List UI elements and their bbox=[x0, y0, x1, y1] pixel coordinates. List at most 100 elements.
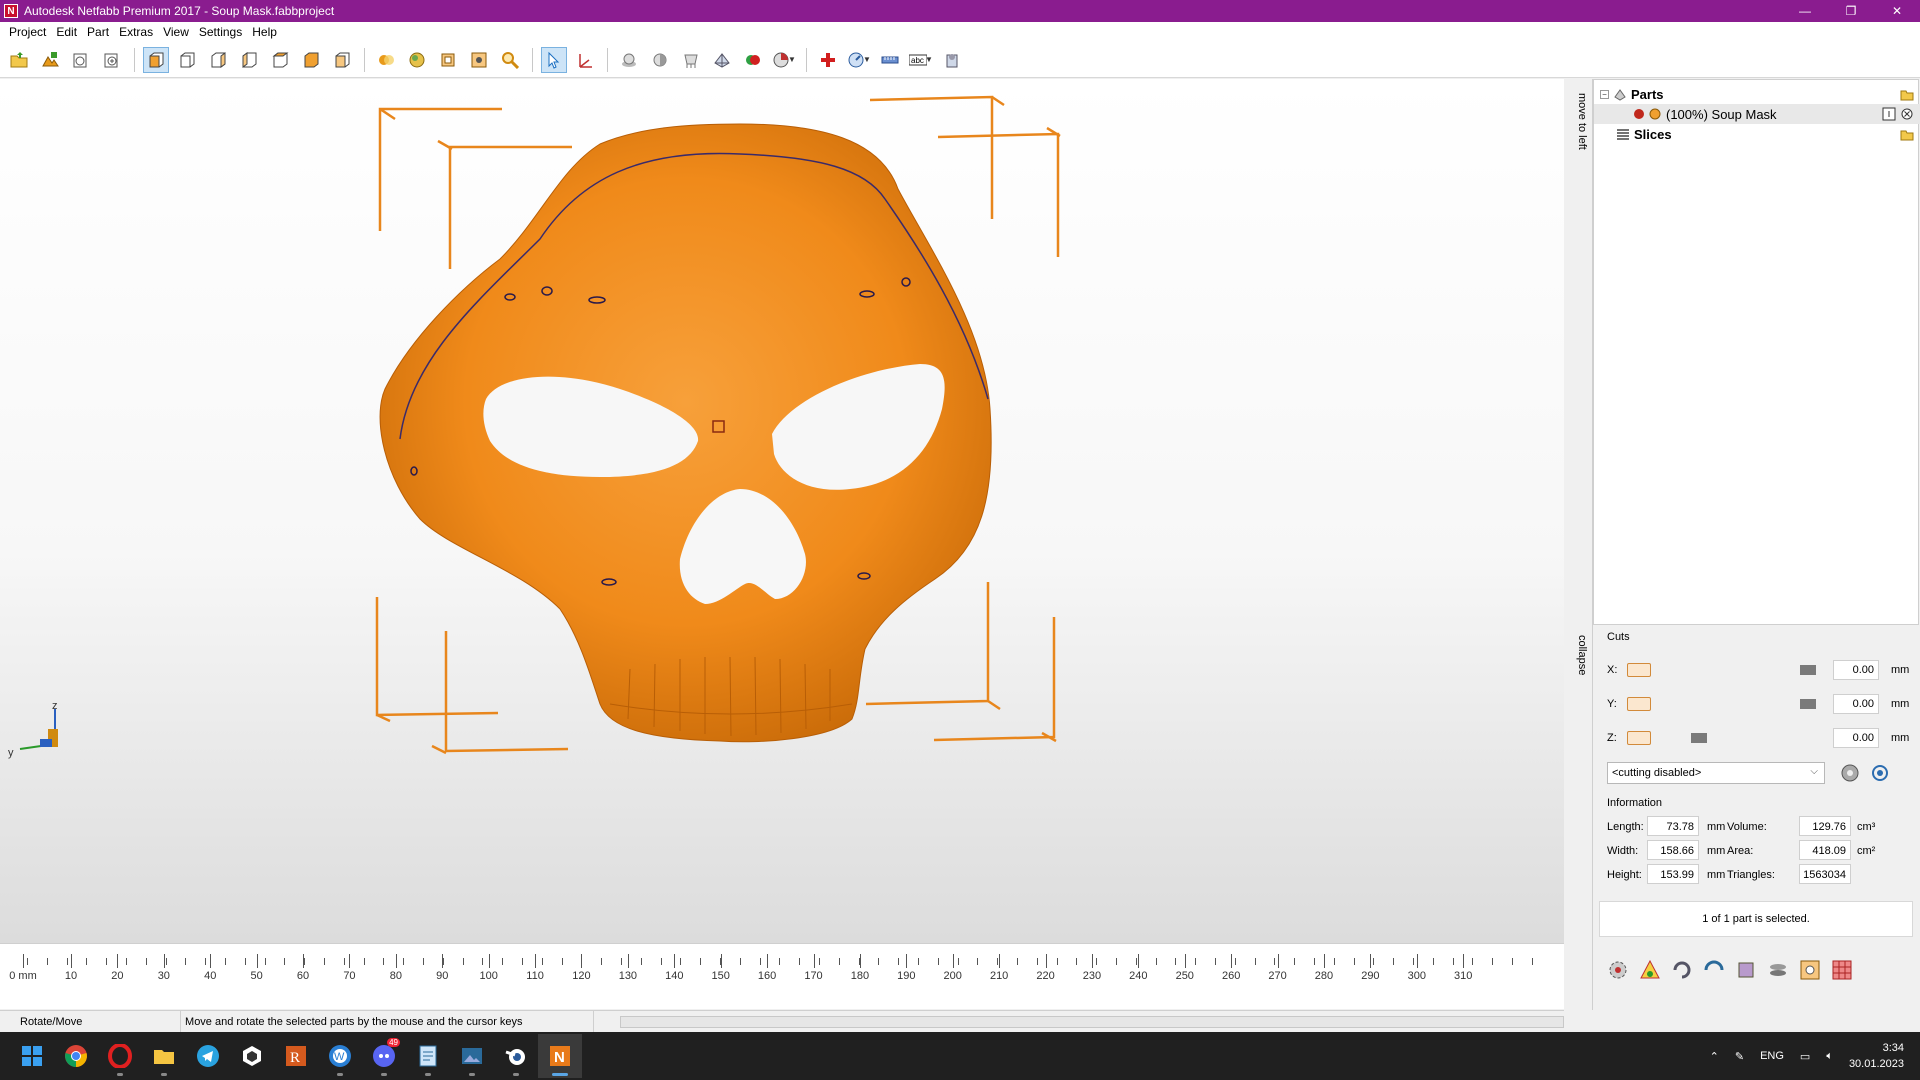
clock[interactable]: 3:34 30.01.2023 bbox=[1849, 1040, 1904, 1072]
taskbar-netfabb[interactable]: N bbox=[538, 1034, 582, 1078]
measure-button[interactable]: ▼ bbox=[846, 47, 872, 73]
box-button[interactable] bbox=[1733, 957, 1759, 983]
tree-item-soup-mask[interactable]: (100%) Soup Mask bbox=[1594, 104, 1920, 124]
view-right-button[interactable] bbox=[236, 47, 262, 73]
part-button[interactable] bbox=[616, 47, 642, 73]
volume-icon[interactable]: 🔈︎ bbox=[1826, 1050, 1833, 1063]
ruler-button[interactable] bbox=[877, 47, 903, 73]
chevron-up-icon[interactable]: ⌃ bbox=[1710, 1050, 1719, 1063]
taskbar-telegram[interactable] bbox=[186, 1034, 230, 1078]
cut-y-slider[interactable] bbox=[1800, 699, 1817, 709]
ruler-minor-tick bbox=[502, 958, 504, 965]
export-button[interactable] bbox=[939, 47, 965, 73]
shading-button[interactable] bbox=[373, 47, 399, 73]
cut-z-slider[interactable] bbox=[1691, 733, 1707, 743]
language-indicator[interactable]: ENG bbox=[1760, 1050, 1784, 1062]
view-iso-button[interactable] bbox=[329, 47, 355, 73]
view-front-button[interactable] bbox=[143, 46, 169, 73]
refresh-icon[interactable] bbox=[1869, 762, 1891, 784]
menu-settings[interactable]: Settings bbox=[194, 25, 247, 39]
settings-gear-button[interactable] bbox=[1605, 957, 1631, 983]
triangles-value: 1563034 bbox=[1799, 864, 1851, 884]
viewport-canvas[interactable]: z y bbox=[0, 79, 1564, 943]
open-project-button[interactable] bbox=[6, 47, 32, 73]
taskbar-image-viewer[interactable] bbox=[450, 1034, 494, 1078]
taskbar-opera[interactable] bbox=[98, 1034, 142, 1078]
zoom-button[interactable] bbox=[497, 47, 523, 73]
rotate-button[interactable] bbox=[1669, 957, 1695, 983]
analysis-button[interactable]: ▼ bbox=[771, 47, 797, 73]
ruler-minor-tick bbox=[838, 958, 840, 965]
pen-icon[interactable]: ✎ bbox=[1735, 1050, 1744, 1063]
ruler-minor-tick bbox=[1056, 958, 1058, 965]
taskbar-notepad[interactable] bbox=[406, 1034, 450, 1078]
cut-z-input[interactable]: 0.00 bbox=[1833, 728, 1879, 748]
grid-button[interactable] bbox=[1829, 957, 1855, 983]
view-top-icon bbox=[272, 52, 289, 67]
collapse-tab[interactable]: collapse bbox=[1570, 630, 1588, 680]
menu-part[interactable]: Part bbox=[82, 25, 114, 39]
load-button[interactable] bbox=[99, 47, 125, 73]
triangles-label: Triangles: bbox=[1727, 869, 1775, 881]
cut-y-input[interactable]: 0.00 bbox=[1833, 694, 1879, 714]
move-to-left-tab[interactable]: move to left bbox=[1570, 86, 1588, 156]
mesh-button[interactable] bbox=[709, 47, 735, 73]
cutting-mode-select[interactable]: <cutting disabled> ⌵ bbox=[1607, 762, 1825, 784]
menu-view[interactable]: View bbox=[158, 25, 194, 39]
select-button[interactable] bbox=[541, 46, 567, 73]
menu-project[interactable]: Project bbox=[4, 25, 51, 39]
tree-item-slices[interactable]: Slices bbox=[1594, 124, 1920, 144]
taskbar-blender[interactable] bbox=[494, 1034, 538, 1078]
restore-button[interactable]: ❐ bbox=[1828, 0, 1874, 22]
ruler-minor-tick bbox=[799, 958, 801, 965]
menu-help[interactable]: Help bbox=[247, 25, 282, 39]
network-icon[interactable]: ▭ bbox=[1800, 1050, 1810, 1063]
minimize-button[interactable]: — bbox=[1782, 0, 1828, 22]
cut-x-toggle[interactable] bbox=[1627, 663, 1651, 677]
cut-x-input[interactable]: 0.00 bbox=[1833, 660, 1879, 680]
view-top-button[interactable] bbox=[267, 47, 293, 73]
move-button[interactable] bbox=[572, 47, 598, 73]
slice-button[interactable] bbox=[1765, 957, 1791, 983]
view-left-button[interactable] bbox=[205, 47, 231, 73]
boolean-button[interactable] bbox=[740, 47, 766, 73]
warning-button[interactable] bbox=[1637, 957, 1663, 983]
frame-button[interactable] bbox=[435, 47, 461, 73]
open-folder-icon[interactable] bbox=[1900, 87, 1914, 101]
view-back-button[interactable] bbox=[174, 47, 200, 73]
view-bottom-button[interactable] bbox=[298, 47, 324, 73]
remove-part-icon[interactable] bbox=[1900, 107, 1914, 121]
taskbar-explorer[interactable] bbox=[142, 1034, 186, 1078]
ruler-minor-tick bbox=[363, 958, 365, 965]
cut-x-slider[interactable] bbox=[1800, 665, 1817, 675]
taskbar-discord[interactable]: 49 bbox=[362, 1034, 406, 1078]
taskbar-app[interactable] bbox=[230, 1034, 274, 1078]
new-project-button[interactable] bbox=[68, 47, 94, 73]
part-info-icon[interactable] bbox=[1882, 107, 1896, 121]
cut-settings-icon[interactable] bbox=[1839, 762, 1861, 784]
frame-selection-button[interactable] bbox=[466, 47, 492, 73]
open-folder-icon[interactable] bbox=[1900, 127, 1914, 141]
tree-item-parts[interactable]: − Parts bbox=[1594, 84, 1920, 104]
close-button[interactable]: ✕ bbox=[1874, 0, 1920, 22]
taskbar-revit[interactable]: R bbox=[274, 1034, 318, 1078]
add-part-button[interactable] bbox=[37, 47, 63, 73]
support-button[interactable] bbox=[678, 47, 704, 73]
3d-viewport[interactable]: z y bbox=[0, 79, 1564, 943]
menu-edit[interactable]: Edit bbox=[51, 25, 82, 39]
collapse-toggle-icon[interactable]: − bbox=[1600, 89, 1609, 99]
taskbar-app-w[interactable]: W bbox=[318, 1034, 362, 1078]
frame-part-button[interactable] bbox=[1797, 957, 1823, 983]
text-button[interactable]: abc ▼ bbox=[908, 47, 934, 73]
menu-extras[interactable]: Extras bbox=[114, 25, 158, 39]
windows-start-icon bbox=[22, 1046, 42, 1066]
mirror-button[interactable] bbox=[1701, 957, 1727, 983]
soup-mask-model[interactable] bbox=[379, 123, 992, 743]
render-button[interactable] bbox=[404, 47, 430, 73]
repair-button[interactable] bbox=[815, 47, 841, 73]
taskbar-chrome[interactable] bbox=[54, 1034, 98, 1078]
cut-z-toggle[interactable] bbox=[1627, 731, 1651, 745]
start-button[interactable] bbox=[10, 1034, 54, 1078]
shell-button[interactable] bbox=[647, 47, 673, 73]
cut-y-toggle[interactable] bbox=[1627, 697, 1651, 711]
